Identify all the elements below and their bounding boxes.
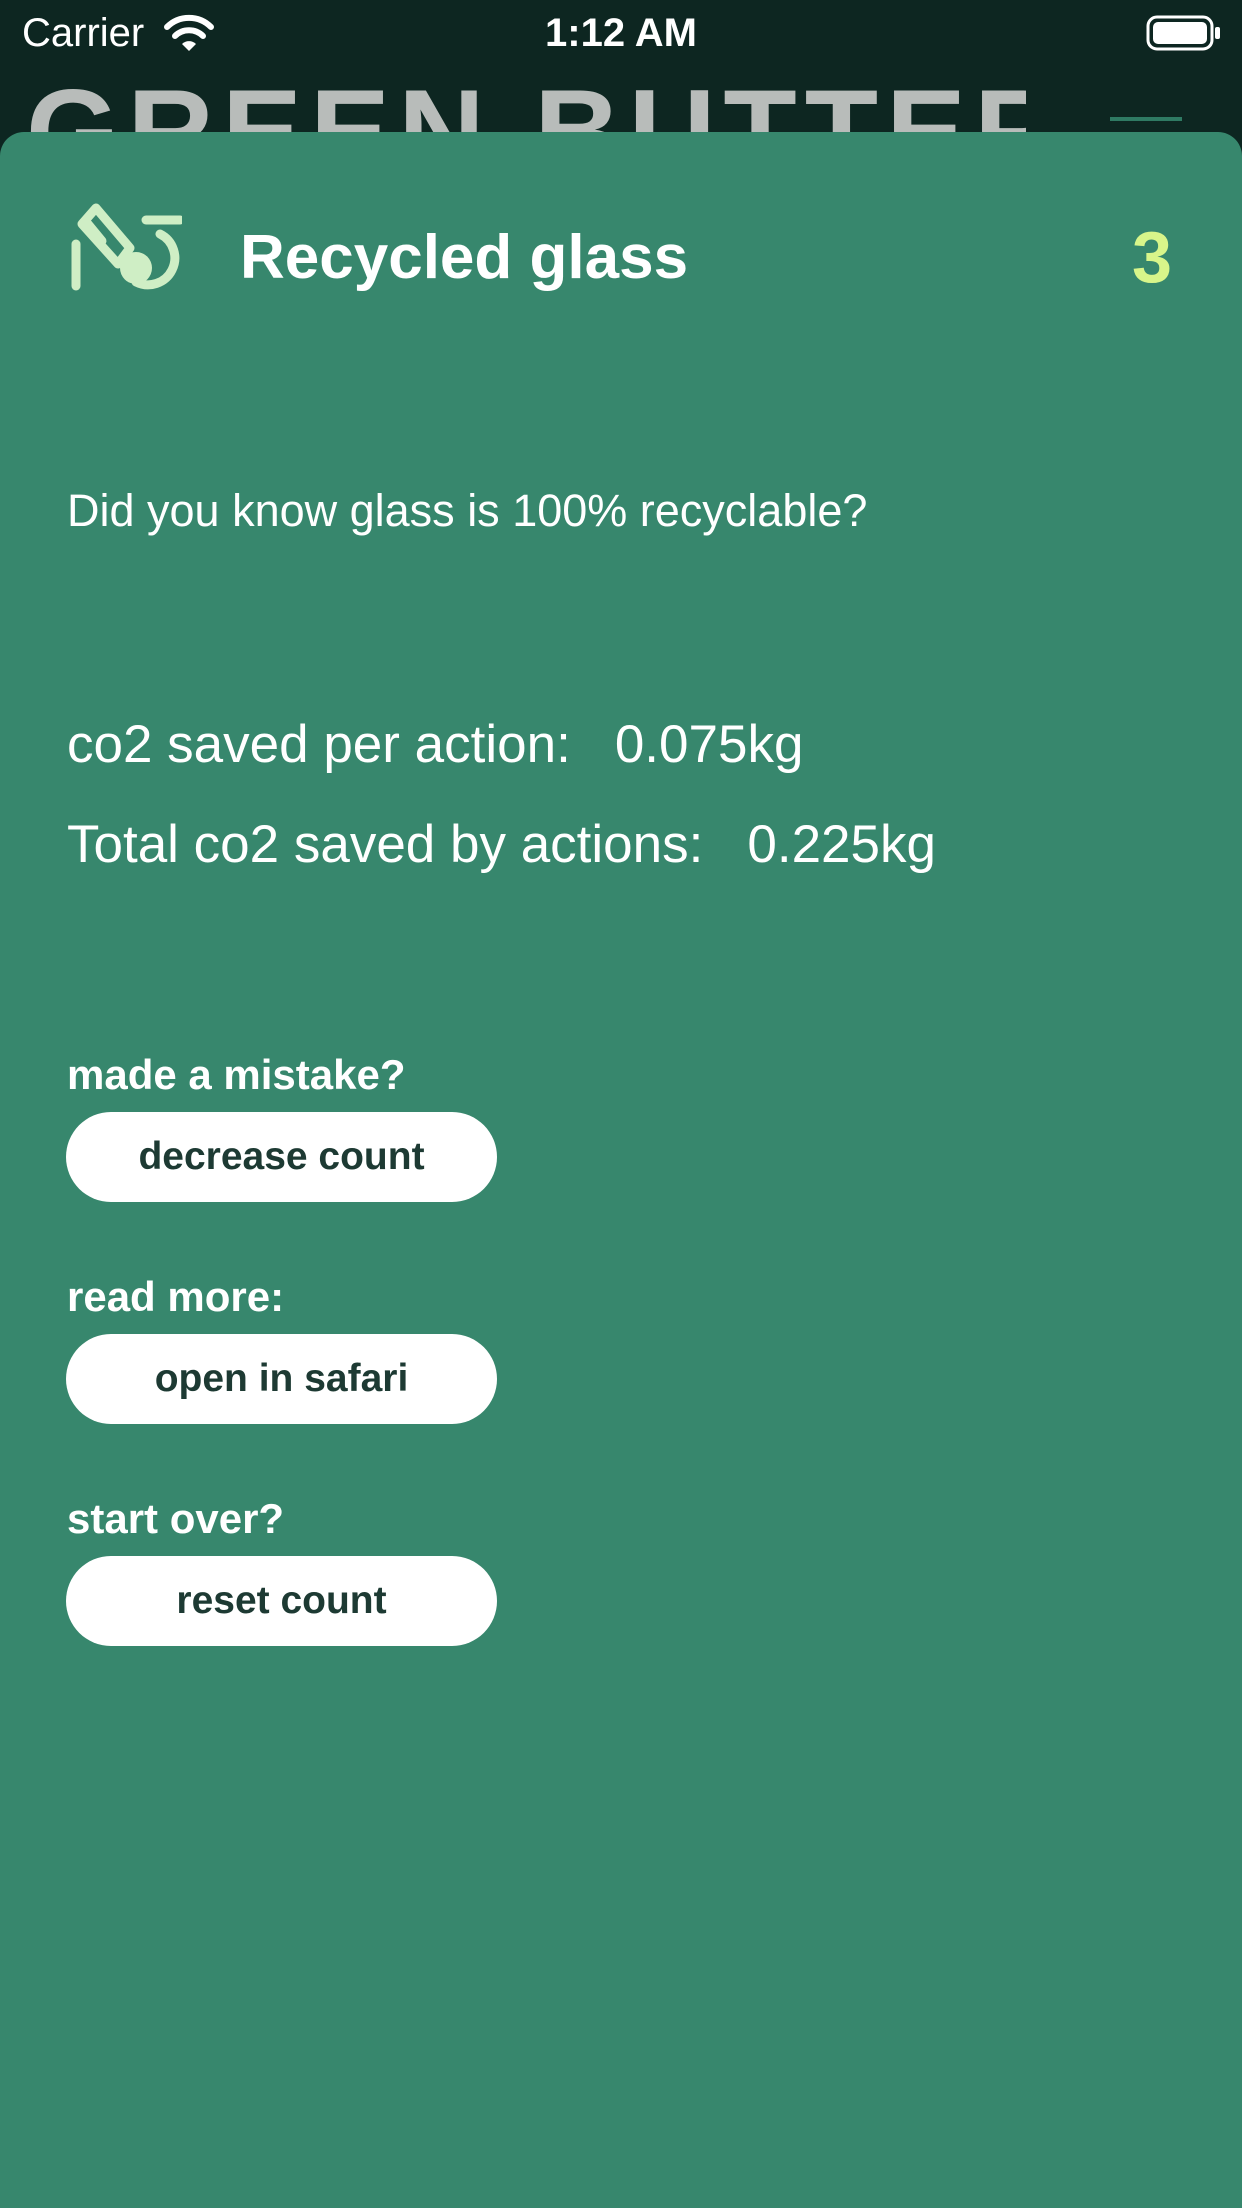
action-title: Recycled glass bbox=[240, 223, 689, 292]
read-more-prompt: read more: bbox=[67, 1273, 285, 1320]
co2-per-action: co2 saved per action: 0.075kg bbox=[67, 712, 803, 778]
status-bar: Carrier 1:12 AM bbox=[0, 0, 1242, 66]
mistake-prompt: made a mistake? bbox=[67, 1051, 406, 1098]
action-detail-sheet: Recycled glass 3 Did you know glass is 1… bbox=[0, 132, 1242, 2208]
reset-count-button[interactable]: reset count bbox=[66, 1556, 497, 1646]
co2-per-action-value: 0.075kg bbox=[614, 715, 804, 774]
fact-text: Did you know glass is 100% recyclable? bbox=[67, 485, 868, 536]
co2-total-value: 0.225kg bbox=[747, 815, 936, 874]
battery-icon bbox=[1146, 15, 1220, 51]
decrease-count-button[interactable]: decrease count bbox=[66, 1112, 497, 1202]
menu-icon[interactable] bbox=[1110, 117, 1182, 121]
recycled-glass-icon bbox=[71, 203, 182, 291]
start-over-prompt: start over? bbox=[67, 1495, 285, 1542]
clock: 1:12 AM bbox=[545, 11, 697, 55]
open-in-safari-button[interactable]: open in safari bbox=[66, 1334, 497, 1424]
action-count: 3 bbox=[1131, 218, 1172, 298]
co2-total: Total co2 saved by actions: 0.225kg bbox=[67, 812, 936, 878]
co2-per-action-label: co2 saved per action: bbox=[67, 715, 571, 774]
co2-total-label: Total co2 saved by actions: bbox=[67, 815, 704, 874]
